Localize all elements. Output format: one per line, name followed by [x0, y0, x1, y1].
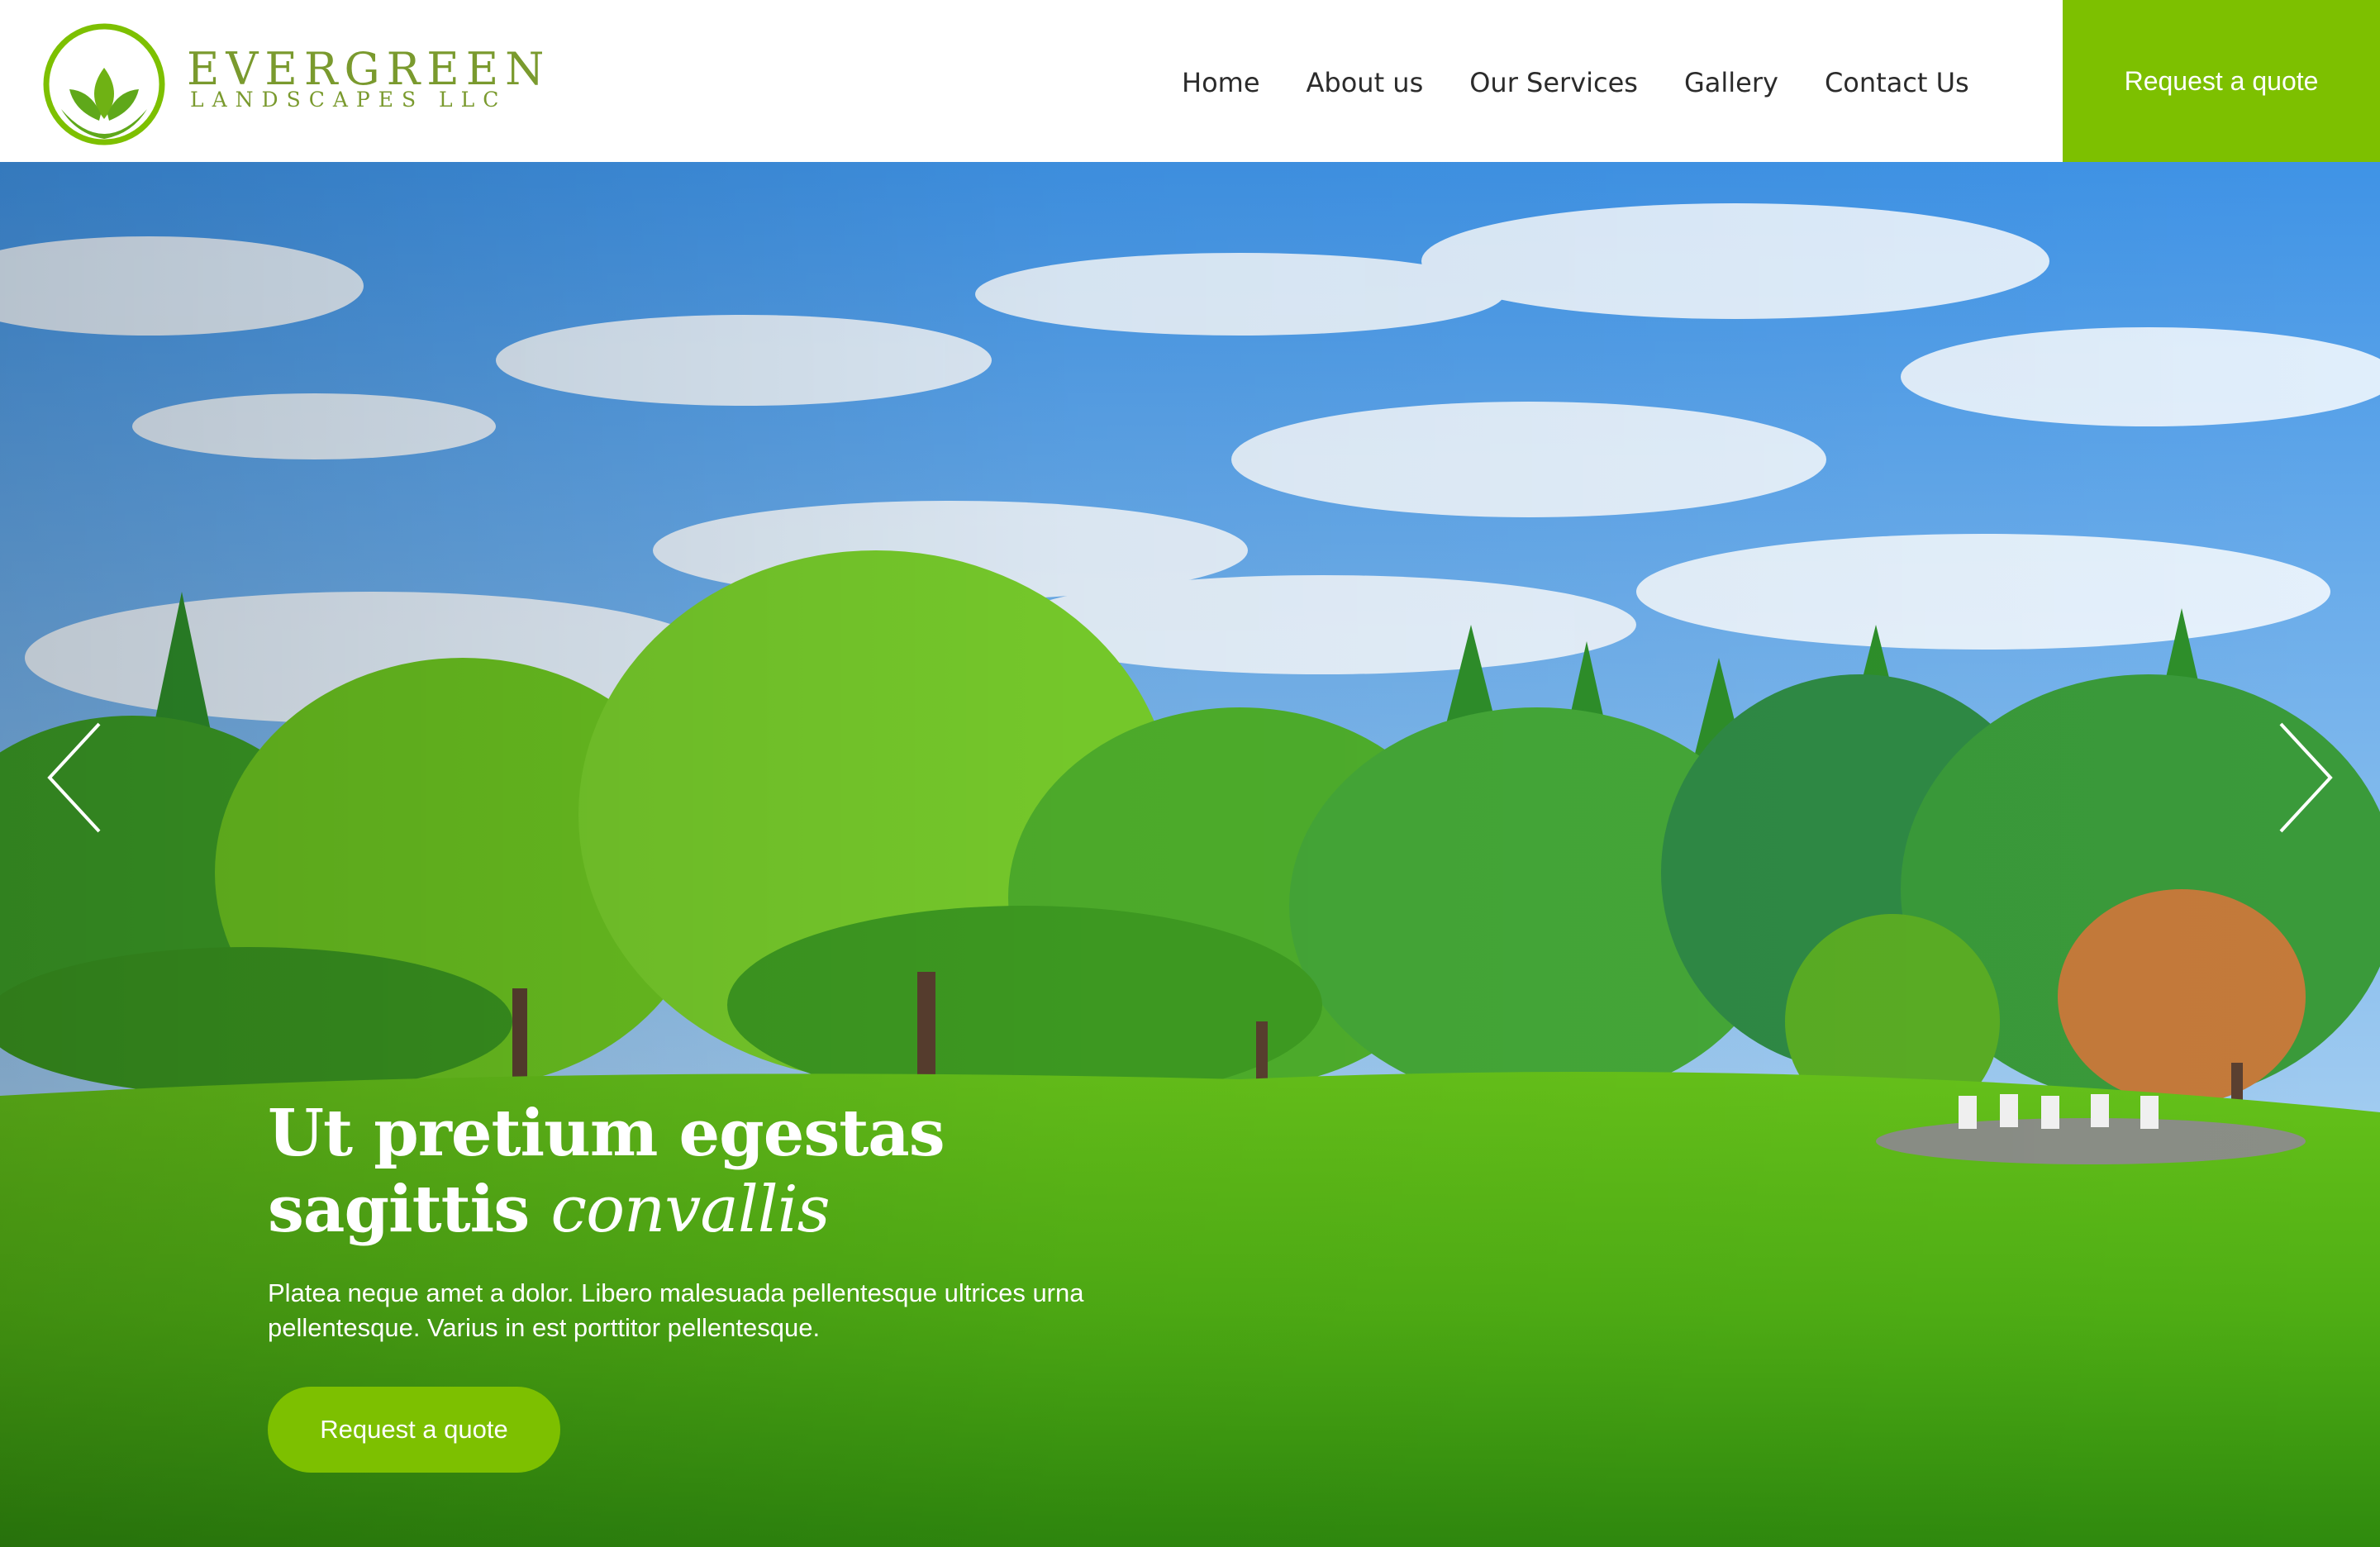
- hero-slider: Ut pretium egestas sagittis convallis Pla…: [0, 162, 2380, 1547]
- hero-title-italic: convallis: [550, 1173, 830, 1247]
- request-quote-hero-button[interactable]: Request a quote: [268, 1387, 560, 1473]
- leaf-circle-icon: [43, 23, 165, 145]
- nav-item-home[interactable]: Home: [1182, 58, 1260, 107]
- nav-item-our-services[interactable]: Our Services: [1469, 58, 1638, 107]
- request-quote-header-button[interactable]: Request a quote: [2063, 0, 2380, 162]
- hero-description: Platea neque amet a dolor. Libero malesu…: [268, 1278, 1084, 1342]
- site-header: EVERGREEN LANDSCAPES LLC Home About us O…: [0, 0, 2380, 162]
- brand-subtitle: LANDSCAPES LLC: [190, 88, 507, 112]
- chevron-right-icon[interactable]: [2264, 716, 2339, 840]
- chevron-left-icon[interactable]: [41, 716, 116, 840]
- hero-title-line2: sagittis: [268, 1172, 551, 1247]
- main-nav: Home About us Our Services Gallery Conta…: [1182, 58, 1969, 107]
- hero-title-line1: Ut pretium egestas: [268, 1096, 945, 1171]
- hero-content: Ut pretium egestas sagittis convallis Pla…: [268, 1096, 1259, 1345]
- brand-logo[interactable]: EVERGREEN LANDSCAPES LLC: [41, 18, 544, 150]
- nav-item-gallery[interactable]: Gallery: [1684, 58, 1778, 107]
- nav-item-contact-us[interactable]: Contact Us: [1825, 58, 1969, 107]
- nav-item-about-us[interactable]: About us: [1307, 58, 1424, 107]
- hero-title: Ut pretium egestas sagittis convallis: [268, 1096, 1259, 1248]
